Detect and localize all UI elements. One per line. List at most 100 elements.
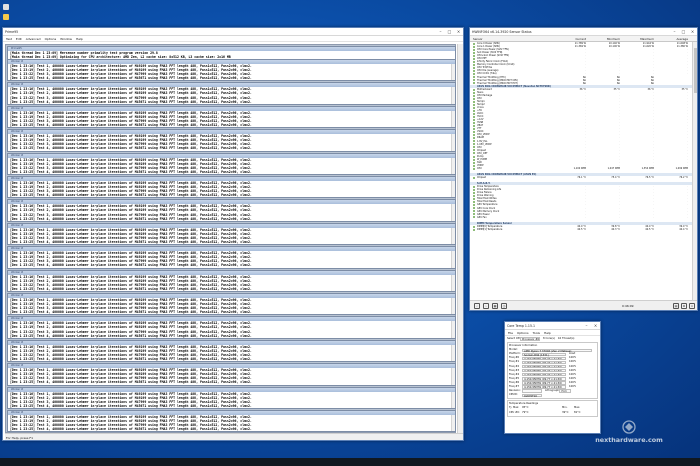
menu-file[interactable]: File <box>508 331 513 335</box>
clock-icon[interactable]: ◷ <box>501 302 507 309</box>
minimize-icon[interactable]: – <box>670 28 679 36</box>
report-icon[interactable]: ▤ <box>673 303 679 309</box>
worker-scrollbar[interactable] <box>451 87 455 104</box>
core-frequency: 4,150.95MHz (99.77 x 41.50) <box>522 381 566 385</box>
settings-icon[interactable]: ⚙ <box>681 303 687 309</box>
log-line: [Dec 1 23:25] Test 4, 400000 Lucas-Lehme… <box>10 216 252 221</box>
col-minimum[interactable]: Minimum <box>589 36 623 41</box>
log-line: [Dec 1 23:25] Test 4, 400000 Lucas-Lehme… <box>10 357 252 362</box>
worker-scrollbar[interactable] <box>451 227 455 245</box>
worker-scrollbar[interactable] <box>451 344 455 362</box>
cpu-select-row: Select CPU: Processor #0 8 Core(s) 16 Th… <box>507 337 598 341</box>
menu-edit[interactable]: Edit <box>16 37 22 41</box>
worker-window[interactable]: Worker # [Dec 1 23:16] Test 1, 400000 Luc… <box>7 363 456 386</box>
sensor-value: 40.3 °C <box>611 227 620 231</box>
menu-options[interactable]: Options <box>517 331 529 335</box>
worker-scrollbar[interactable] <box>451 274 455 291</box>
worker-scrollbar[interactable] <box>451 64 455 81</box>
worker-window[interactable]: Worker # [Dec 1 23:16] Test 1, 400000 Luc… <box>7 199 456 222</box>
worker-window[interactable]: Worker # [Dec 1 23:16] Test 1, 400000 Luc… <box>7 386 456 409</box>
sensor-label: CPU <box>477 166 482 170</box>
menu-window[interactable]: Window <box>60 37 72 41</box>
desktop-icon[interactable] <box>3 4 9 10</box>
coretemp-titlebar[interactable]: Core Temp 1.15.1 – × <box>505 322 600 330</box>
worker-window[interactable]: Worker # [Dec 1 23:16] Test 1, 400000 Luc… <box>7 316 456 339</box>
worker-window[interactable]: Worker # [Dec 1 23:16] Test 1, 400000 Luc… <box>7 269 456 292</box>
worker-scrollbar[interactable] <box>451 157 455 174</box>
vertical-scrollbar[interactable] <box>457 44 463 433</box>
cpuid-value: 0x870F10 <box>522 393 542 398</box>
scroll-thumb[interactable] <box>693 48 697 93</box>
worker-window[interactable]: Worker # [Dec 1 23:16] Test 1, 400000 Luc… <box>7 410 456 433</box>
sensor-value: 40.5 °C <box>577 227 586 231</box>
worker-window[interactable]: Worker # [Dec 1 23:16] Test 1, 400000 Luc… <box>7 246 456 269</box>
core-frequency: 4,150.95MHz (99.77 x 41.50) <box>522 356 566 361</box>
log-line: [Dec 1 23:25] Test 4, 400000 Lucas-Lehme… <box>10 146 252 151</box>
col-current[interactable]: Current <box>555 36 589 41</box>
menu-tools[interactable]: Tools <box>533 331 540 335</box>
worker-scrollbar[interactable] <box>451 181 455 198</box>
worker-window[interactable]: Worker # [Dec 1 23:16] Test 1, 400000 Luc… <box>7 129 456 152</box>
core-count: 8 Core(s) <box>543 337 555 340</box>
log-line: [Dec 1 23:25] Test 4, 400000 Lucas-Lehme… <box>10 263 252 268</box>
sensor-row[interactable]: GPU Fan · · · · <box>470 216 693 219</box>
thread-count: 16 Thread(s) <box>557 337 575 340</box>
col-average[interactable]: Average <box>657 36 691 41</box>
worker-window[interactable]: Worker # [Dec 1 23:16] Test 1, 400000 Luc… <box>7 82 456 105</box>
processor-select[interactable]: Processor #0 <box>520 337 540 341</box>
close-icon[interactable]: × <box>689 303 695 309</box>
worker-scrollbar[interactable] <box>451 134 455 151</box>
sensor-row[interactable]: Chipset 76.1 °C 75.4 °C 76.5 °C 76.2 °C <box>470 176 693 179</box>
mdi-client-area: Prime95 [Main thread Dec 1 23:09] Mersenn… <box>5 44 456 433</box>
sensor-value: · <box>585 215 586 219</box>
menu-advanced[interactable]: Advanced <box>26 37 41 41</box>
desktop-icon[interactable] <box>3 14 9 20</box>
worker-window[interactable]: Worker # [Dec 1 23:16] Test 1, 400000 Luc… <box>7 293 456 316</box>
sensor-row[interactable]: DIMM[1] Temperature 40.5 °C 40.3 °C 40.5 °C… <box>470 228 693 231</box>
menu-test[interactable]: Test <box>6 37 12 41</box>
worker-window[interactable]: Worker # [Dec 1 23:16] Test 1, 400000 Luc… <box>7 152 456 175</box>
sensor-label: DIMM[1] Temperature <box>477 227 503 231</box>
core-frequency: 4,150.95MHz (99.77 x 41.50) <box>522 364 566 369</box>
maximize-icon[interactable]: □ <box>445 28 454 36</box>
col-maximum[interactable]: Maximum <box>623 36 657 41</box>
vertical-scrollbar[interactable] <box>692 42 697 302</box>
hwinfo-toolbar: ‹ › ▦ ◷ 0:46:09 ▤ ⚙ × <box>470 300 697 310</box>
menu-options[interactable]: Options <box>45 37 57 41</box>
network-icon[interactable]: ▦ <box>492 302 498 309</box>
worker-scrollbar[interactable] <box>451 415 455 432</box>
sensor-row[interactable]: CPU 1,100 RPM 1,047 RPM 1,354 RPM 1,099 RPM <box>470 167 693 170</box>
worker-window[interactable]: Worker # [Dec 1 23:16] Test 1, 400000 Luc… <box>7 59 456 82</box>
worker-window[interactable]: Worker # [Dec 1 23:16] Test 1, 400000 Luc… <box>7 105 456 129</box>
worker-scrollbar[interactable] <box>451 251 455 268</box>
arrow-right-icon[interactable]: › <box>483 302 489 309</box>
minimize-icon[interactable]: – <box>436 28 445 36</box>
close-icon[interactable]: × <box>688 28 697 36</box>
elapsed-time: 0:46:09 <box>622 304 634 308</box>
worker-scrollbar[interactable] <box>451 368 455 385</box>
worker-scrollbar[interactable] <box>451 204 455 221</box>
worker-scrollbar[interactable] <box>451 110 455 128</box>
log-line: [Dec 1 23:25] Test 4, 400000 Lucas-Lehme… <box>10 380 252 385</box>
minimize-icon[interactable]: – <box>582 322 591 330</box>
prime95-titlebar[interactable]: Prime95 – □ × <box>3 28 463 36</box>
worker-window[interactable]: Worker # [Dec 1 23:16] Test 1, 400000 Luc… <box>7 176 456 199</box>
log-line: [Dec 1 23:25] Test 4, 400000 Lucas-Lehme… <box>10 76 252 81</box>
worker-scrollbar[interactable] <box>451 298 455 315</box>
worker-scrollbar[interactable] <box>451 321 455 338</box>
worker-scrollbar[interactable] <box>451 391 455 408</box>
worker-window[interactable]: Worker # [Dec 1 23:16] Test 1, 400000 Luc… <box>7 222 456 246</box>
arrow-left-icon[interactable]: ‹ <box>474 302 480 309</box>
sensor-value: · <box>653 215 654 219</box>
hwinfo-titlebar[interactable]: HWiNFO64 v6.14-3920 Sensor Status – □ × <box>470 28 697 36</box>
close-icon[interactable]: × <box>454 28 463 36</box>
col-sensor[interactable]: Sensor <box>470 36 555 41</box>
core-frequency: 4,150.95MHz (99.77 x 41.50) <box>522 373 566 377</box>
worker-window[interactable]: Worker # [Dec 1 23:16] Test 1, 400000 Luc… <box>7 339 456 363</box>
menu-help[interactable]: Help <box>76 37 83 41</box>
lithography-value: 7nm <box>559 389 571 393</box>
taskbar[interactable] <box>0 458 700 466</box>
maximize-icon[interactable]: □ <box>679 28 688 36</box>
menu-help[interactable]: Help <box>544 331 551 335</box>
close-icon[interactable]: × <box>591 322 600 330</box>
